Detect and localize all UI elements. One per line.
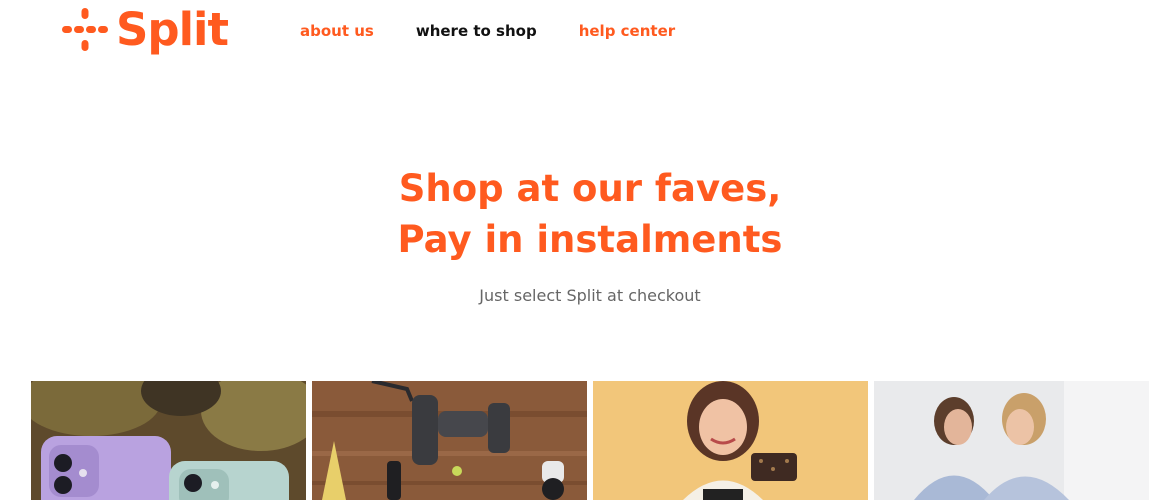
brand-name: Split [116,3,229,56]
brand-logo[interactable]: Split [60,3,229,56]
tile-friends[interactable] [874,381,1149,500]
nav-help-center[interactable]: help center [579,20,675,42]
nav-about-us[interactable]: about us [300,20,374,42]
merchant-tiles [31,381,1155,500]
hero-title: Shop at our faves, Pay in instalments [0,163,1175,265]
woman-wallet-photo-icon [593,381,868,500]
hero-subtitle: Just select Split at checkout [479,286,701,305]
hero-title-line-2: Pay in instalments [397,218,783,261]
tile-phones[interactable] [31,381,306,500]
phones-photo-icon [31,381,306,500]
camera-gear-photo-icon [312,381,587,500]
main-nav: about us where to shop help center [300,20,717,42]
split-logo-icon [62,8,108,51]
tile-woman-wallet[interactable] [593,381,868,500]
nav-where-to-shop[interactable]: where to shop [416,20,537,42]
tile-camera-gear[interactable] [312,381,587,500]
friends-photo-icon [874,381,1149,500]
hero-title-line-1: Shop at our faves, [398,167,782,210]
